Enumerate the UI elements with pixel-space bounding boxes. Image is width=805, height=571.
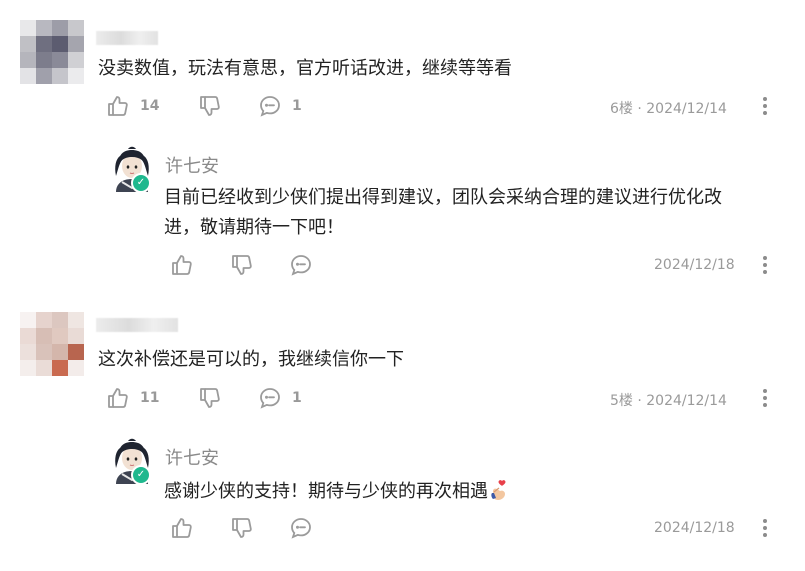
username-blurred[interactable] — [96, 31, 158, 45]
reply-date: 2024/12/18 — [654, 520, 735, 536]
reply-count: 1 — [292, 390, 302, 406]
thumbs-up-icon — [106, 94, 130, 118]
reply-date: 2024/12/18 — [654, 257, 735, 273]
thumbs-down-icon — [198, 386, 222, 410]
thumbs-down-icon — [230, 253, 254, 277]
floor-and-date: 5楼 · 2024/12/14 — [610, 393, 727, 409]
username-blurred[interactable] — [96, 318, 178, 332]
comment-bubble-icon — [289, 516, 313, 540]
more-vertical-icon[interactable] — [763, 97, 767, 115]
reply-dislike-button[interactable] — [230, 253, 254, 277]
dislike-button[interactable] — [198, 386, 222, 410]
thumbs-up-icon — [170, 253, 194, 277]
reply-text: 感谢少侠的支持！期待与少侠的再次相遇 — [164, 481, 488, 502]
more-vertical-icon[interactable] — [763, 389, 767, 407]
user-avatar-blurred[interactable] — [20, 20, 84, 84]
like-count: 11 — [140, 390, 160, 406]
floor-and-date: 6楼 · 2024/12/14 — [610, 101, 727, 117]
heart-hand-emoji — [488, 479, 510, 501]
comment-bubble-icon — [258, 94, 282, 118]
like-count: 14 — [140, 98, 160, 114]
more-vertical-icon[interactable] — [763, 519, 767, 537]
thumbs-up-icon — [106, 386, 130, 410]
thumbs-down-icon — [198, 94, 222, 118]
comment-bubble-icon — [289, 253, 313, 277]
reply-button[interactable]: 1 — [258, 386, 302, 410]
dislike-button[interactable] — [198, 94, 222, 118]
more-vertical-icon[interactable] — [763, 256, 767, 274]
verified-check-icon: ✓ — [131, 173, 151, 193]
comment-text: 没卖数值，玩法有意思，官方听话改进，继续等等看 — [98, 58, 512, 79]
comment-text: 这次补偿还是可以的，我继续信你一下 — [98, 349, 404, 370]
reply-like-button[interactable] — [170, 516, 194, 540]
like-button[interactable]: 14 — [106, 94, 159, 118]
reply-comment-button[interactable] — [289, 253, 313, 277]
like-button[interactable]: 11 — [106, 386, 159, 410]
reply-like-button[interactable] — [170, 253, 194, 277]
reply-text-line-2: 进，敬请期待一下吧！ — [164, 217, 344, 238]
thumbs-down-icon — [230, 516, 254, 540]
reply-count: 1 — [292, 98, 302, 114]
reply-text-line-1: 目前已经收到少侠们提出得到建议，团队会采纳合理的建议进行优化改 — [164, 187, 722, 208]
reply-comment-button[interactable] — [289, 516, 313, 540]
reply-dislike-button[interactable] — [230, 516, 254, 540]
reply-text-line-1: 感谢少侠的支持！期待与少侠的再次相遇 — [164, 477, 510, 507]
comment-bubble-icon — [258, 386, 282, 410]
user-avatar-blurred[interactable] — [20, 312, 84, 376]
reply-author[interactable]: 许七安 — [165, 444, 219, 470]
thumbs-up-icon — [170, 516, 194, 540]
reply-author[interactable]: 许七安 — [165, 152, 219, 178]
verified-check-icon: ✓ — [131, 465, 151, 485]
reply-button[interactable]: 1 — [258, 94, 302, 118]
